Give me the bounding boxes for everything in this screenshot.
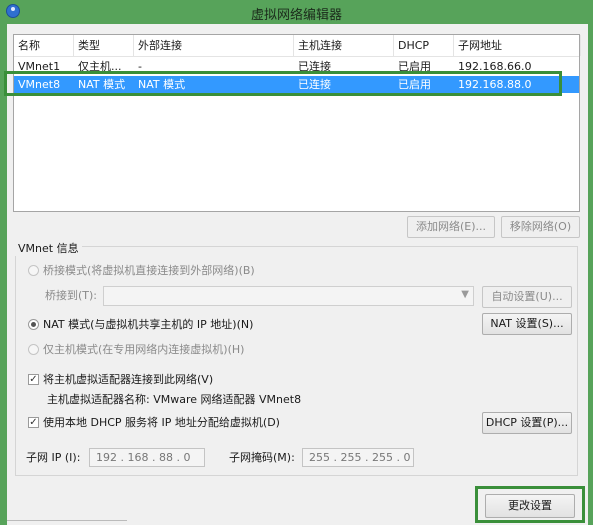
cell-name: VMnet1 — [18, 60, 61, 73]
add-network-button[interactable]: 添加网络(E)... — [407, 216, 495, 238]
cell-external: - — [138, 60, 142, 73]
network-table[interactable]: 名称 类型 外部连接 主机连接 DHCP 子网地址 VMnet1 仅主机... … — [13, 34, 581, 212]
cell-external: NAT 模式 — [138, 78, 186, 91]
chevron-down-icon: ▼ — [461, 289, 469, 300]
table-header: 名称 类型 外部连接 主机连接 DHCP 子网地址 — [14, 35, 581, 57]
cell-dhcp: 已启用 — [398, 60, 431, 73]
auto-settings-button[interactable]: 自动设置(U)... — [482, 286, 572, 308]
dhcp-settings-button[interactable]: DHCP 设置(P)... — [482, 412, 572, 434]
column-header-dhcp[interactable]: DHCP — [394, 35, 454, 56]
host-only-radio[interactable] — [28, 344, 39, 355]
bridged-mode-radio[interactable] — [28, 265, 39, 276]
bridge-to-label: 桥接到(T): — [45, 289, 98, 302]
window-title: 虚拟网络编辑器 — [250, 8, 342, 23]
subnet-ip-label: 子网 IP (I): — [26, 451, 81, 464]
vmnet-info-label: VMnet 信息 — [15, 242, 82, 256]
bridged-mode-label: 桥接模式(将虚拟机直接连接到外部网络)(B) — [43, 264, 255, 277]
table-row[interactable]: VMnet1 仅主机... - 已连接 已启用 192.168.66.0 — [14, 58, 579, 75]
cell-type: 仅主机... — [78, 60, 122, 73]
vmnet-info-group — [15, 246, 578, 476]
table-row-selected[interactable]: VMnet8 NAT 模式 NAT 模式 已连接 已启用 192.168.88.… — [14, 76, 579, 93]
bridge-to-select[interactable]: ▼ — [103, 286, 474, 306]
host-only-label: 仅主机模式(在专用网络内连接虚拟机)(H) — [43, 343, 245, 356]
column-header-name[interactable]: 名称 — [14, 35, 74, 56]
nat-mode-radio[interactable] — [28, 319, 39, 330]
column-header-host[interactable]: 主机连接 — [294, 35, 394, 56]
column-header-subnet[interactable]: 子网地址 — [454, 35, 581, 56]
subnet-mask-label: 子网掩码(M): — [229, 451, 295, 464]
column-header-type[interactable]: 类型 — [74, 35, 134, 56]
subnet-mask-field[interactable]: 255 . 255 . 255 . 0 — [302, 448, 414, 467]
nat-settings-button[interactable]: NAT 设置(S)... — [482, 313, 572, 335]
cell-dhcp: 已启用 — [398, 78, 431, 91]
apply-changes-button[interactable]: 更改设置 — [485, 494, 575, 518]
cell-subnet: 192.168.66.0 — [458, 60, 532, 73]
window-frame-right — [588, 24, 593, 525]
cell-name: VMnet8 — [18, 78, 61, 91]
remove-network-button[interactable]: 移除网络(O) — [501, 216, 580, 238]
nat-mode-label: NAT 模式(与虚拟机共享主机的 IP 地址)(N) — [43, 318, 254, 331]
cell-subnet: 192.168.88.0 — [458, 78, 532, 91]
footer-divider — [7, 520, 127, 525]
cell-host: 已连接 — [298, 78, 331, 91]
window-frame-left — [0, 24, 7, 525]
connect-adapter-label: 将主机虚拟适配器连接到此网络(V) — [43, 373, 214, 386]
use-dhcp-checkbox[interactable]: ✓ — [28, 417, 39, 428]
connect-adapter-checkbox[interactable]: ✓ — [28, 374, 39, 385]
column-header-external[interactable]: 外部连接 — [134, 35, 294, 56]
title-bar: 虚拟网络编辑器 — [0, 0, 593, 24]
subnet-ip-field[interactable]: 192 . 168 . 88 . 0 — [89, 448, 205, 467]
adapter-name-text: 主机虚拟适配器名称: VMware 网络适配器 VMnet8 — [47, 393, 302, 406]
dialog-body: 名称 类型 外部连接 主机连接 DHCP 子网地址 VMnet1 仅主机... … — [7, 24, 588, 525]
cell-host: 已连接 — [298, 60, 331, 73]
cell-type: NAT 模式 — [78, 78, 126, 91]
use-dhcp-label: 使用本地 DHCP 服务将 IP 地址分配给虚拟机(D) — [43, 416, 280, 429]
